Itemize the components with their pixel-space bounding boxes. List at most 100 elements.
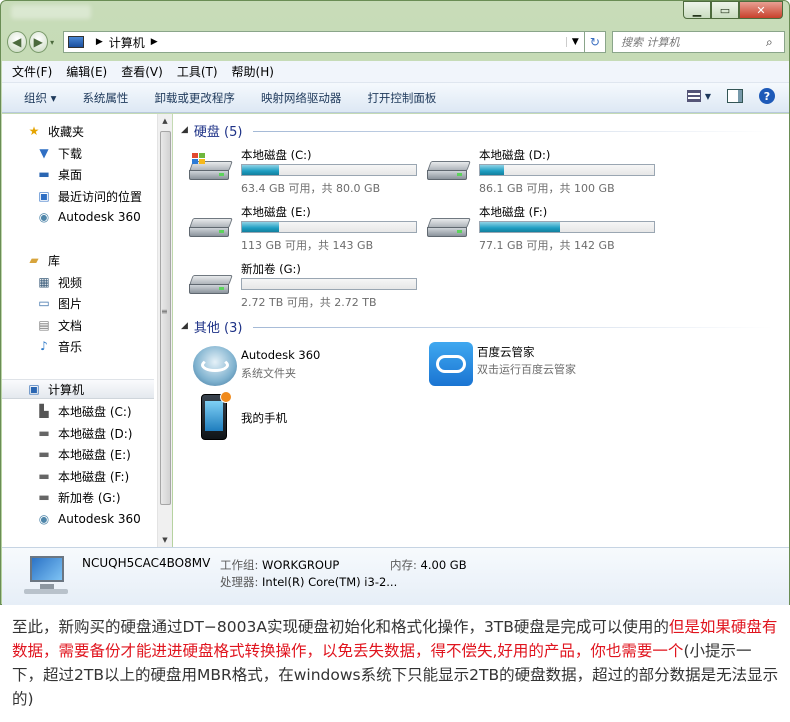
drive-usage-bar xyxy=(241,164,417,176)
navigation-pane: ★ 收藏夹 ▼ 下载 ▬ 桌面 ▣ 最近访问的位置 ◉ Autodesk 360… xyxy=(2,114,172,547)
nav-item-music[interactable]: ♪ 音乐 xyxy=(36,336,82,356)
drive-usage-fill xyxy=(480,222,561,232)
nav-item-pictures[interactable]: ▭ 图片 xyxy=(36,293,82,313)
drive-name: 本地磁盘 (D:) xyxy=(479,148,551,162)
nav-item-videos[interactable]: ▦ 视频 xyxy=(36,272,82,292)
item-my-phone[interactable]: 我的手机 xyxy=(191,391,411,440)
nav-item-label: 本地磁盘 (D:) xyxy=(58,426,133,441)
minimize-button[interactable]: ▁ xyxy=(683,1,711,19)
drive-e[interactable]: 本地磁盘 (E:) 113 GB 可用，共 143 GB xyxy=(189,204,425,252)
drive-d[interactable]: 本地磁盘 (D:) 86.1 GB 可用，共 100 GB xyxy=(427,147,663,195)
nav-computer[interactable]: ▣ 计算机 xyxy=(2,379,154,399)
drive-free-space: 77.1 GB 可用，共 142 GB xyxy=(479,239,615,252)
caption-text: 至此，新购买的硬盘通过DT−8003A实现硬盘初始化和格式化操作，3TB硬盘是完… xyxy=(12,615,782,711)
menu-file[interactable]: 文件(F) xyxy=(12,63,52,80)
system-properties-button[interactable]: 系统属性 xyxy=(82,90,128,106)
drive-g[interactable]: 新加卷 (G:) 2.72 TB 可用，共 2.72 TB xyxy=(189,261,425,309)
recent-pages-dropdown[interactable]: ▾ xyxy=(50,38,59,47)
nav-item-drive-g[interactable]: ▬ 新加卷 (G:) xyxy=(36,487,121,507)
nav-item-desktop[interactable]: ▬ 桌面 xyxy=(36,164,82,184)
preview-pane-icon[interactable] xyxy=(727,89,743,103)
nav-item-drive-c[interactable]: ▙ 本地磁盘 (C:) xyxy=(36,401,131,421)
organize-button[interactable]: 组织 ▾ xyxy=(24,90,56,106)
nav-item-downloads[interactable]: ▼ 下载 xyxy=(36,143,82,163)
drive-f[interactable]: 本地磁盘 (F:) 77.1 GB 可用，共 142 GB xyxy=(427,204,663,252)
nav-item-label: 本地磁盘 (F:) xyxy=(58,469,130,484)
close-button[interactable]: ✕ xyxy=(739,1,783,19)
nav-item-label: 图片 xyxy=(58,296,83,311)
open-control-panel-button[interactable]: 打开控制面板 xyxy=(367,90,436,106)
nav-item-autodesk360[interactable]: ◉ Autodesk 360 xyxy=(36,207,141,227)
music-icon: ♪ xyxy=(40,339,48,353)
address-dropdown-icon[interactable]: ▼ xyxy=(565,37,584,47)
star-icon: ★ xyxy=(28,124,40,138)
nav-favorites[interactable]: ★ 收藏夹 xyxy=(26,121,84,141)
nav-scrollbar[interactable]: ▲ ≡ ▼ xyxy=(157,114,172,547)
group-header-other[interactable]: ◢ 其他 (3) xyxy=(181,317,242,336)
search-input[interactable]: 搜索 计算机 ⌕ xyxy=(611,31,785,53)
refresh-button[interactable]: ↻ xyxy=(584,31,606,53)
item-baidu-cloud[interactable]: 百度云管家 双击运行百度云管家 xyxy=(427,342,647,386)
breadcrumb-chevron-icon[interactable]: ▶ xyxy=(96,37,103,47)
nav-item-label: 音乐 xyxy=(58,339,83,354)
group-header-label: 硬盘 (5) xyxy=(193,124,243,140)
nav-item-label: 最近访问的位置 xyxy=(58,189,143,204)
item-autodesk360[interactable]: Autodesk 360 系统文件夹 xyxy=(191,346,411,390)
breadcrumb-computer[interactable]: 计算机 xyxy=(109,34,145,51)
breadcrumb-chevron-icon[interactable]: ▶ xyxy=(151,37,158,47)
back-button[interactable]: ◀ xyxy=(7,31,27,53)
collapse-triangle-icon[interactable]: ◢ xyxy=(181,125,188,135)
drive-name: 本地磁盘 (E:) xyxy=(241,205,311,219)
change-view-icon[interactable] xyxy=(686,90,701,102)
nav-libraries[interactable]: ▰ 库 xyxy=(26,250,60,270)
scroll-thumb[interactable] xyxy=(160,131,171,505)
drive-icon: ▬ xyxy=(38,426,50,440)
autodesk360-icon: ◉ xyxy=(38,512,50,526)
videos-icon: ▦ xyxy=(38,275,50,289)
title-bar[interactable]: ▁ ▭ ✕ xyxy=(1,1,789,25)
workgroup-label: 工作组: xyxy=(220,558,259,572)
forward-button[interactable]: ▶ xyxy=(28,31,49,53)
drive-name: 本地磁盘 (F:) xyxy=(479,205,548,219)
view-controls: ▼ ? xyxy=(686,88,775,104)
address-bar[interactable]: ▶ 计算机 ▶ ▼ xyxy=(62,31,585,53)
menu-edit[interactable]: 编辑(E) xyxy=(66,63,107,80)
nav-item-drive-e[interactable]: ▬ 本地磁盘 (E:) xyxy=(36,444,130,464)
forward-arrow-icon: ▶ xyxy=(33,35,43,49)
group-header-drives[interactable]: ◢ 硬盘 (5) xyxy=(181,121,243,140)
address-row: ◀ ▶ ▾ ▶ 计算机 ▶ ▼ ↻ 搜索 计算机 ⌕ xyxy=(7,29,785,55)
menu-view[interactable]: 查看(V) xyxy=(121,63,163,80)
menu-help[interactable]: 帮助(H) xyxy=(232,63,274,80)
memory-label: 内存: xyxy=(390,558,417,572)
system-hard-drive-icon xyxy=(189,153,233,185)
help-icon[interactable]: ? xyxy=(759,88,775,104)
nav-item-autodesk360-computer[interactable]: ◉ Autodesk 360 xyxy=(36,509,141,529)
nav-item-recent-places[interactable]: ▣ 最近访问的位置 xyxy=(36,186,142,206)
window-controls: ▁ ▭ ✕ xyxy=(683,1,783,19)
collapse-triangle-icon[interactable]: ◢ xyxy=(181,321,188,331)
nav-item-label: 新加卷 (G:) xyxy=(58,490,121,505)
autodesk360-icon: ◉ xyxy=(38,210,50,224)
workgroup-value: WORKGROUP xyxy=(262,558,340,572)
scroll-down-icon[interactable]: ▼ xyxy=(158,533,172,547)
nav-item-drive-d[interactable]: ▬ 本地磁盘 (D:) xyxy=(36,423,132,443)
maximize-button[interactable]: ▭ xyxy=(711,1,739,19)
hard-drive-icon xyxy=(427,159,471,185)
search-icon[interactable]: ⌕ xyxy=(766,35,784,50)
uninstall-program-button[interactable]: 卸载或更改程序 xyxy=(154,90,235,106)
scroll-grip-icon: ≡ xyxy=(161,307,168,316)
nav-item-documents[interactable]: ▤ 文档 xyxy=(36,315,82,335)
menu-tools[interactable]: 工具(T) xyxy=(177,63,218,80)
group-divider xyxy=(253,131,773,132)
drive-c[interactable]: 本地磁盘 (C:) 63.4 GB 可用，共 80.0 GB xyxy=(189,147,425,195)
memory-info: 内存: 4.00 GB xyxy=(390,557,467,573)
nav-item-label: 下载 xyxy=(58,146,83,161)
map-network-drive-button[interactable]: 映射网络驱动器 xyxy=(261,90,342,106)
drive-icon: ▬ xyxy=(38,469,50,483)
hard-drive-icon xyxy=(189,216,233,242)
view-dropdown-icon[interactable]: ▼ xyxy=(705,92,711,101)
nav-item-drive-f[interactable]: ▬ 本地磁盘 (F:) xyxy=(36,466,129,486)
phone-icon xyxy=(201,391,232,440)
scroll-up-icon[interactable]: ▲ xyxy=(158,114,172,128)
drive-usage-bar xyxy=(479,164,655,176)
